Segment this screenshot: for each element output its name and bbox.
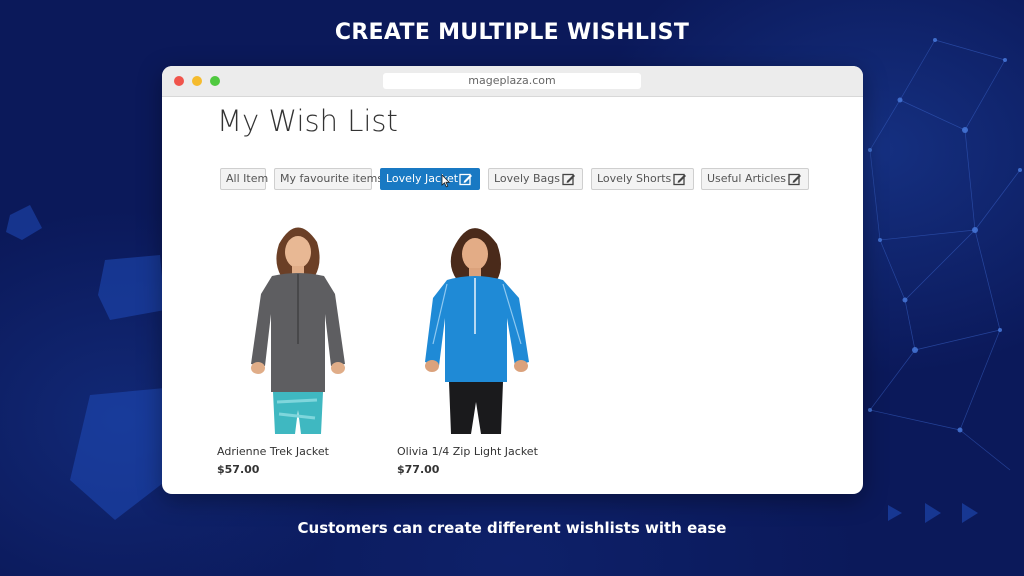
tab-label: Useful Articles	[707, 172, 786, 185]
product-name[interactable]: Olivia 1/4 Zip Light Jacket	[397, 445, 538, 458]
tab-lovely-shorts[interactable]: Lovely Shorts	[591, 168, 694, 190]
tab-my-favourite-items[interactable]: My favourite items	[274, 168, 383, 190]
banner-headline: CREATE MULTIPLE WISHLIST	[334, 20, 690, 45]
maximize-window-button[interactable]	[210, 76, 220, 86]
banner-caption: Customers can create different wishlists…	[297, 519, 727, 537]
tab-useful-articles[interactable]: Useful Articles	[701, 168, 809, 190]
tab-all-item[interactable]: All Item	[220, 168, 269, 190]
mouse-cursor-icon	[441, 174, 451, 188]
product-price: $57.00	[217, 463, 260, 476]
product-price: $77.00	[397, 463, 440, 476]
product-name[interactable]: Adrienne Trek Jacket	[217, 445, 329, 458]
minimize-window-button[interactable]	[192, 76, 202, 86]
address-bar[interactable]: mageplaza.com	[383, 73, 641, 89]
product-image[interactable]	[217, 214, 377, 434]
edit-icon[interactable]	[673, 172, 687, 186]
close-window-button[interactable]	[174, 76, 184, 86]
tab-lovely-jacket[interactable]: Lovely Jacket	[380, 168, 480, 190]
page-title: My Wish List	[217, 104, 398, 138]
tab-label: Lovely Bags	[494, 172, 561, 185]
edit-icon[interactable]	[459, 172, 473, 186]
product-image[interactable]	[397, 214, 557, 434]
tab-label: Lovely Shorts	[597, 172, 672, 185]
tab-label: All Item	[226, 172, 269, 185]
edit-icon[interactable]	[562, 172, 576, 186]
browser-window: mageplaza.com My Wish List All Item My f…	[162, 66, 863, 494]
browser-titlebar: mageplaza.com	[162, 66, 863, 97]
tab-lovely-bags[interactable]: Lovely Bags	[488, 168, 583, 190]
tab-label: My favourite items	[280, 172, 384, 185]
edit-icon[interactable]	[788, 172, 802, 186]
